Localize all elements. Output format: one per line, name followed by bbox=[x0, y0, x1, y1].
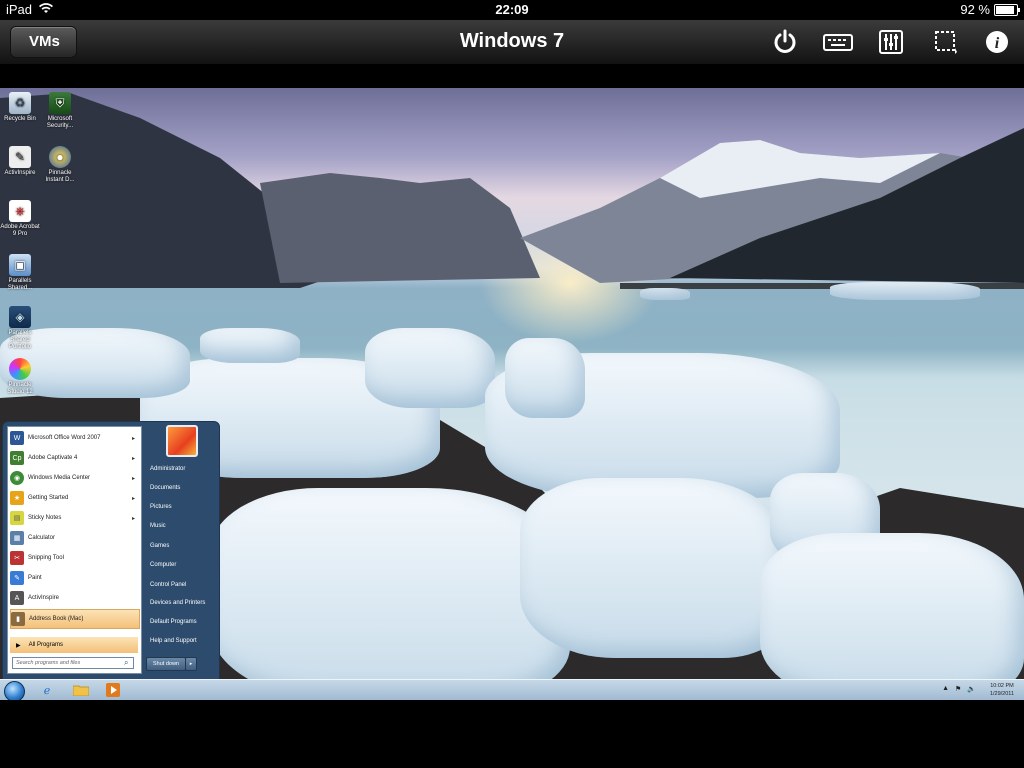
captivate-icon: Cp bbox=[10, 451, 24, 465]
desktop-icon-recycle-bin[interactable]: ♻ Recycle Bin bbox=[0, 92, 40, 123]
scissors-icon: ✂ bbox=[10, 551, 24, 565]
place-help-and-support[interactable]: Help and Support bbox=[150, 638, 197, 644]
word-icon: W bbox=[10, 431, 24, 445]
ice-block bbox=[760, 533, 1024, 700]
chevron-right-icon: ▸ bbox=[131, 455, 135, 462]
status-time: 22:09 bbox=[495, 2, 529, 17]
media-player-icon[interactable] bbox=[102, 682, 124, 698]
place-pictures[interactable]: Pictures bbox=[150, 504, 172, 510]
getting-started-icon: ★ bbox=[10, 491, 24, 505]
ice-block bbox=[365, 328, 495, 408]
ice-floe bbox=[830, 282, 980, 300]
desktop-icon-activinspire[interactable]: ✎ ActivInspire bbox=[0, 146, 40, 177]
pinnacle-icon: ● bbox=[49, 146, 71, 168]
program-item[interactable]: ✂ Snipping Tool bbox=[10, 549, 138, 567]
program-item[interactable]: A ActivInspire bbox=[10, 589, 138, 607]
vm-title: Windows 7 bbox=[459, 30, 565, 52]
triangle-right-icon: ▶ bbox=[16, 642, 21, 649]
power-icon[interactable] bbox=[769, 26, 801, 58]
desktop-icon-portfolio[interactable]: ◈ Parallels Shared Portfolio bbox=[0, 306, 40, 351]
ice-floe bbox=[640, 288, 690, 300]
security-icon: ⛨ bbox=[49, 92, 71, 114]
start-menu-places-pane: Administrator Documents Pictures Music G… bbox=[142, 422, 219, 680]
program-item[interactable]: ✎ Paint bbox=[10, 569, 138, 587]
address-book-icon: ▮ bbox=[11, 612, 25, 626]
selection-icon[interactable] bbox=[930, 26, 962, 58]
program-item[interactable]: ★ Getting Started ▸ bbox=[10, 489, 138, 507]
acrobat-icon: ⎈ bbox=[9, 200, 31, 222]
shutdown-options-button[interactable]: ▸ bbox=[185, 657, 197, 671]
desktop-icon-acrobat[interactable]: ⎈ Adobe Acrobat 9 Pro bbox=[0, 200, 40, 238]
taskbar-clock[interactable]: 10:02 PM 1/29/2011 bbox=[990, 682, 1014, 698]
search-input[interactable]: Search programs and files bbox=[12, 657, 134, 669]
svg-text:i: i bbox=[995, 35, 1000, 52]
program-item[interactable]: ◉ Windows Media Center ▸ bbox=[10, 469, 138, 487]
system-tray: ▲ ⚑ 🔈 bbox=[942, 685, 976, 693]
desktop-icon-parallels[interactable]: ▣ Parallels Shared... bbox=[0, 254, 40, 292]
search-icon: ⌕ bbox=[124, 658, 129, 667]
ice-block bbox=[210, 488, 570, 700]
calculator-icon: ▦ bbox=[10, 531, 24, 545]
action-center-flag-icon[interactable]: ⚑ bbox=[955, 685, 961, 693]
place-computer[interactable]: Computer bbox=[150, 562, 176, 568]
taskbar: ℯ ▲ ⚑ 🔈 10:02 PM 1/29/2011 bbox=[0, 679, 1024, 702]
start-menu: W Microsoft Office Word 2007 ▸ Cp Adobe … bbox=[2, 421, 220, 681]
battery-icon bbox=[994, 3, 1020, 16]
ice-block bbox=[200, 328, 300, 363]
place-devices-and-printers[interactable]: Devices and Printers bbox=[150, 600, 205, 606]
place-games[interactable]: Games bbox=[150, 543, 169, 549]
program-item[interactable]: ▤ Sticky Notes ▸ bbox=[10, 509, 138, 527]
avatar bbox=[166, 425, 198, 457]
chevron-right-icon: ▸ bbox=[131, 435, 135, 442]
volume-icon[interactable]: 🔈 bbox=[967, 685, 976, 693]
place-control-panel[interactable]: Control Panel bbox=[150, 582, 186, 588]
all-programs-button[interactable]: ▶ All Programs bbox=[10, 637, 138, 653]
paint-icon: ✎ bbox=[10, 571, 24, 585]
program-item[interactable]: Cp Adobe Captivate 4 ▸ bbox=[10, 449, 138, 467]
program-item[interactable]: ▦ Calculator bbox=[10, 529, 138, 547]
desktop-icon-security[interactable]: ⛨ Microsoft Security... bbox=[40, 92, 80, 130]
activinspire-icon: A bbox=[10, 591, 24, 605]
place-administrator[interactable]: Administrator bbox=[150, 466, 185, 472]
place-music[interactable]: Music bbox=[150, 523, 166, 529]
ice-block bbox=[505, 338, 585, 418]
studio-icon bbox=[9, 358, 31, 380]
desktop-icon-studio[interactable]: Pinnacle Studio 12 bbox=[0, 358, 40, 396]
place-default-programs[interactable]: Default Programs bbox=[150, 619, 197, 625]
keyboard-icon[interactable] bbox=[822, 26, 854, 58]
battery-percent: 92 % bbox=[960, 2, 990, 17]
internet-explorer-icon[interactable]: ℯ bbox=[36, 682, 58, 698]
clock-date: 1/29/2011 bbox=[989, 691, 1014, 697]
explorer-folder-icon[interactable] bbox=[70, 682, 92, 698]
activinspire-icon: ✎ bbox=[9, 146, 31, 168]
start-menu-programs-pane: W Microsoft Office Word 2007 ▸ Cp Adobe … bbox=[7, 426, 142, 674]
parallels-icon: ▣ bbox=[9, 254, 31, 276]
chevron-right-icon: ▸ bbox=[131, 475, 135, 482]
desktop-icon-pinnacle[interactable]: ● Pinnacle Instant D... bbox=[40, 146, 80, 184]
sticky-notes-icon: ▤ bbox=[10, 511, 24, 525]
show-hidden-icons-icon[interactable]: ▲ bbox=[942, 685, 949, 693]
ios-status-bar: iPad 22:09 92 % bbox=[0, 0, 1024, 20]
program-item-selected[interactable]: ▮ Address Book (Mac) bbox=[10, 609, 140, 629]
media-center-icon: ◉ bbox=[10, 471, 24, 485]
bottom-letterbox bbox=[0, 700, 1024, 768]
mixer-icon[interactable] bbox=[875, 26, 907, 58]
chevron-right-icon: ▸ bbox=[131, 495, 135, 502]
place-documents[interactable]: Documents bbox=[150, 485, 180, 491]
ice-block bbox=[520, 478, 790, 658]
portfolio-icon: ◈ bbox=[9, 306, 31, 328]
program-item[interactable]: W Microsoft Office Word 2007 ▸ bbox=[10, 429, 138, 447]
app-navbar: VMs Windows 7 i bbox=[0, 20, 1024, 65]
shutdown-button[interactable]: Shut down bbox=[146, 657, 186, 671]
clock-time: 10:02 PM bbox=[990, 683, 1014, 689]
chevron-right-icon: ▸ bbox=[131, 515, 135, 522]
info-icon[interactable]: i bbox=[981, 26, 1013, 58]
start-button[interactable] bbox=[4, 681, 25, 702]
recycle-bin-icon: ♻ bbox=[9, 92, 31, 114]
